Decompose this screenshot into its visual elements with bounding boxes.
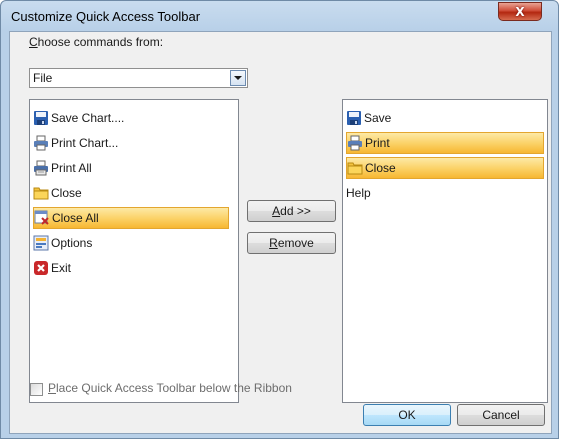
list-item-label: Print: [365, 136, 390, 150]
below-ribbon-label[interactable]: Place Quick Access Toolbar below the Rib…: [48, 381, 292, 395]
list-item[interactable]: Exit: [33, 257, 229, 279]
list-item-label: Save Chart....: [51, 111, 125, 125]
below-ribbon-checkbox[interactable]: [30, 383, 43, 396]
list-item[interactable]: Close: [346, 157, 544, 179]
save-icon: [33, 110, 49, 126]
print-icon: [347, 135, 363, 151]
close-icon: X: [515, 4, 525, 19]
list-item-label: Print All: [51, 161, 92, 175]
list-item-label: Close: [365, 161, 396, 175]
list-item[interactable]: Print Chart...: [33, 132, 229, 154]
dialog-client-area: Choose commands from: File Save Chart...…: [9, 31, 552, 434]
list-item[interactable]: Print All: [33, 157, 229, 179]
options-icon: [33, 235, 49, 251]
exit-icon: [33, 260, 49, 276]
list-item[interactable]: Help: [346, 182, 544, 204]
list-item[interactable]: Save Chart....: [33, 107, 229, 129]
chevron-down-icon: [234, 76, 242, 80]
available-commands-list[interactable]: Save Chart.... Print Chart... Print All Clo…: [29, 99, 239, 403]
list-item-label: Close All: [52, 211, 99, 225]
list-item-label: Save: [364, 111, 392, 125]
list-item[interactable]: Print: [346, 132, 544, 154]
list-item-label: Exit: [51, 261, 72, 275]
dialog-window: Customize Quick Access Toolbar X Choose …: [0, 0, 559, 439]
window-title: Customize Quick Access Toolbar: [11, 9, 201, 24]
close-all-icon: [34, 210, 50, 226]
save-icon: [346, 110, 362, 126]
choose-commands-label: Choose commands from:: [29, 35, 164, 49]
list-item-label: Help: [346, 186, 371, 200]
add-button[interactable]: Add >>: [247, 200, 336, 222]
cancel-button[interactable]: Cancel: [457, 404, 545, 426]
remove-button[interactable]: Remove: [247, 232, 336, 254]
ok-button[interactable]: OK: [363, 404, 451, 426]
list-item[interactable]: Options: [33, 232, 229, 254]
list-item-label: Print Chart...: [51, 136, 119, 150]
list-item-label: Options: [51, 236, 93, 250]
dropdown-value: File: [33, 71, 53, 85]
print-all-icon: [33, 160, 49, 176]
dropdown-arrow-button[interactable]: [230, 70, 246, 86]
print-icon: [33, 135, 49, 151]
list-item[interactable]: Close All: [33, 207, 229, 229]
folder-icon: [347, 160, 363, 176]
folder-icon: [33, 185, 49, 201]
list-item[interactable]: Save: [346, 107, 544, 129]
list-item[interactable]: Close: [33, 182, 229, 204]
title-bar[interactable]: Customize Quick Access Toolbar X: [1, 1, 560, 31]
toolbar-commands-list[interactable]: Save Print Close Help: [342, 99, 548, 403]
close-button[interactable]: X: [498, 2, 542, 21]
commands-source-dropdown[interactable]: File: [29, 68, 248, 88]
list-item-label: Close: [51, 186, 82, 200]
